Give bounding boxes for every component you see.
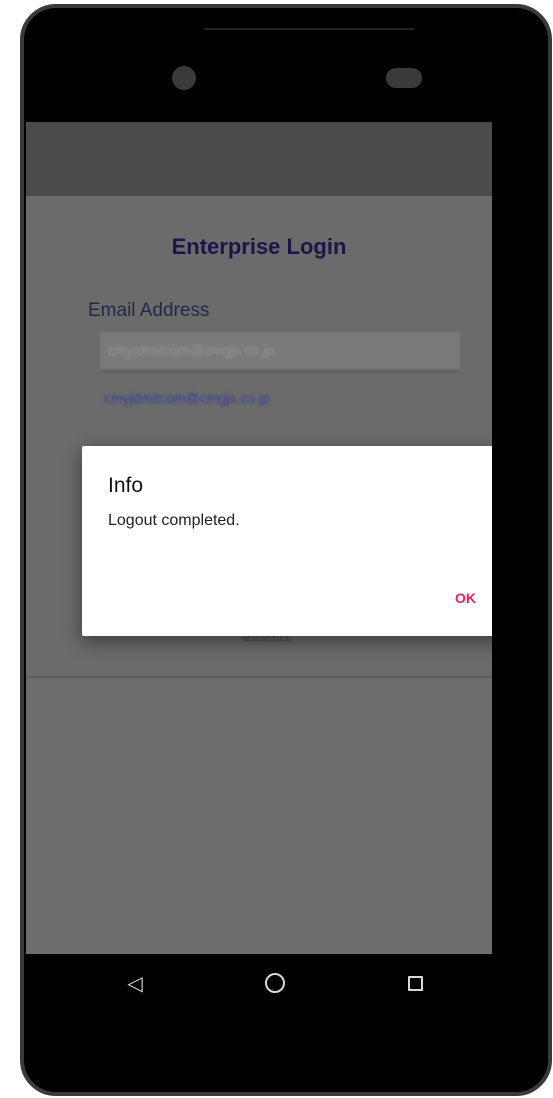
- top-speaker: [204, 8, 414, 30]
- recents-square-icon[interactable]: [398, 966, 432, 1000]
- info-dialog: Info Logout completed. OK: [82, 446, 492, 636]
- email-field[interactable]: cmyjdmitcom@cmgjs.co.jp: [100, 332, 460, 372]
- ok-button[interactable]: OK: [447, 586, 484, 610]
- dialog-message: Logout completed.: [108, 512, 240, 529]
- system-nav-bar: ◁: [26, 954, 492, 1012]
- dialog-title: Info: [108, 474, 144, 497]
- back-triangle-icon[interactable]: ◁: [118, 966, 152, 1000]
- screen: Enterprise Login Email Address cmyjdmitc…: [26, 122, 492, 954]
- home-circle-icon[interactable]: [258, 966, 292, 1000]
- app-bar: [26, 122, 492, 196]
- front-camera: [172, 66, 196, 90]
- email-label: Email Address: [88, 300, 210, 321]
- email-link[interactable]: cmyjdmitcom@cmgjs.co.jp: [104, 390, 270, 406]
- page-title: Enterprise Login: [171, 234, 347, 259]
- proximity-sensor: [386, 68, 422, 88]
